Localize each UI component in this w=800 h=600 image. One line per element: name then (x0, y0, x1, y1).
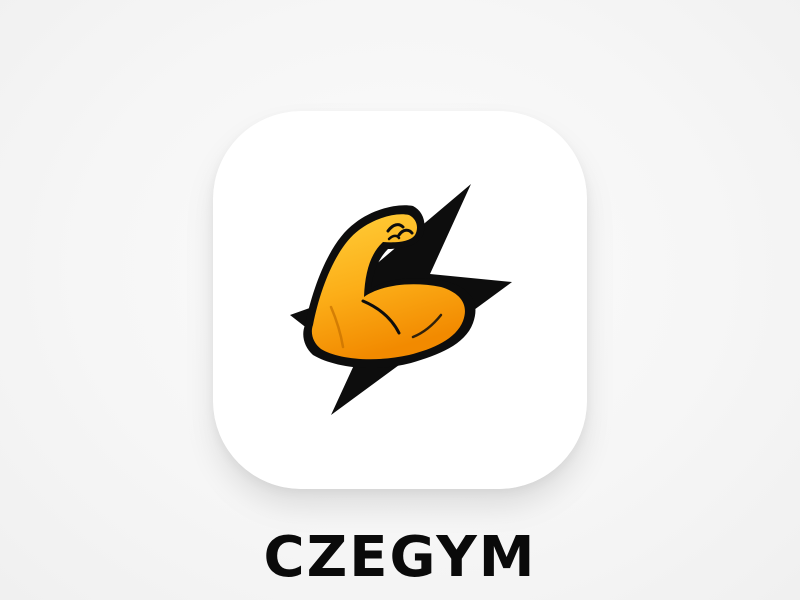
app-icon-tile (213, 111, 587, 489)
app-icon[interactable] (213, 111, 587, 489)
app-name-label[interactable]: CZEGYM (0, 525, 800, 591)
